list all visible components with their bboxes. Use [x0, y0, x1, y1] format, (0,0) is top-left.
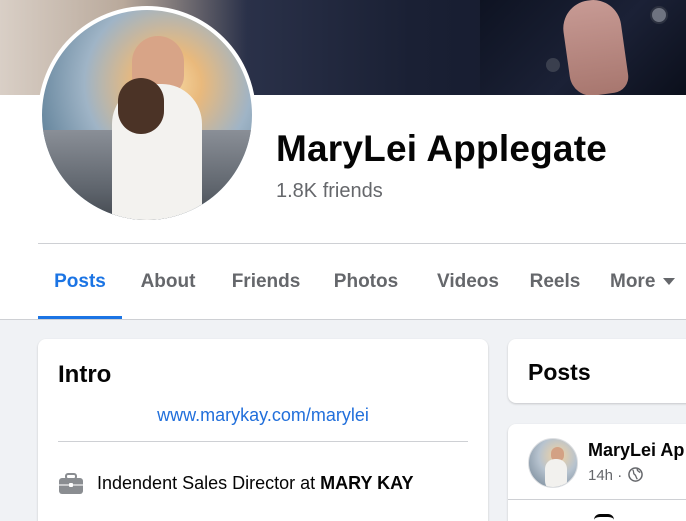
tab-videos[interactable]: Videos	[422, 244, 514, 319]
briefcase-icon	[59, 473, 83, 494]
profile-name: MaryLei Applegate	[276, 128, 607, 169]
work-company-link[interactable]: MARY KAY	[320, 473, 413, 493]
work-text: Indendent Sales Director at MARY KAY	[97, 473, 414, 494]
post-card: MaryLei Ap 14h ·	[508, 424, 686, 521]
post-author-name[interactable]: MaryLei Ap	[588, 440, 684, 461]
tab-label: Videos	[437, 271, 499, 292]
tab-label: About	[140, 271, 196, 292]
profile-avatar[interactable]	[38, 6, 256, 224]
post-meta: 14h ·	[588, 467, 644, 484]
globe-icon	[628, 467, 644, 482]
intro-title: Intro	[58, 361, 112, 388]
tab-label: Photos	[333, 271, 399, 292]
caret-down-icon	[663, 278, 676, 286]
post-timestamp[interactable]: 14h ·	[588, 467, 622, 484]
intro-card: Intro www.marykay.com/marylei Indendent …	[38, 339, 488, 521]
cover-button-detail	[546, 58, 560, 72]
tab-more[interactable]: More	[610, 244, 686, 319]
website-link[interactable]: www.marykay.com/marylei	[38, 405, 488, 426]
post-content-peek	[594, 514, 614, 521]
tab-about[interactable]: About	[128, 244, 208, 319]
tabs-bottom-border	[0, 319, 686, 320]
work-title: Indendent Sales Director at	[97, 473, 321, 493]
intro-divider	[58, 441, 468, 442]
tab-label: Friends	[231, 271, 301, 292]
profile-page: MaryLei Applegate 1.8K friends Posts Abo…	[0, 0, 686, 521]
tab-label: More	[610, 271, 656, 292]
avatar-person-hair	[118, 78, 164, 134]
tab-friends[interactable]: Friends	[220, 244, 312, 319]
cover-button-detail	[650, 6, 668, 24]
tab-posts[interactable]: Posts	[38, 244, 122, 319]
post-divider	[508, 499, 686, 500]
tab-photos[interactable]: Photos	[322, 244, 410, 319]
tab-label: Posts	[54, 271, 106, 292]
friends-count[interactable]: 1.8K friends	[276, 180, 383, 203]
avatar-person	[545, 459, 567, 487]
posts-title: Posts	[528, 359, 591, 385]
tab-label: Reels	[529, 271, 581, 292]
post-author-avatar[interactable]	[528, 438, 578, 488]
tab-reels[interactable]: Reels	[522, 244, 588, 319]
profile-tabs: Posts About Friends Photos Videos Reels …	[38, 244, 686, 319]
posts-header-card: Posts	[508, 339, 686, 403]
